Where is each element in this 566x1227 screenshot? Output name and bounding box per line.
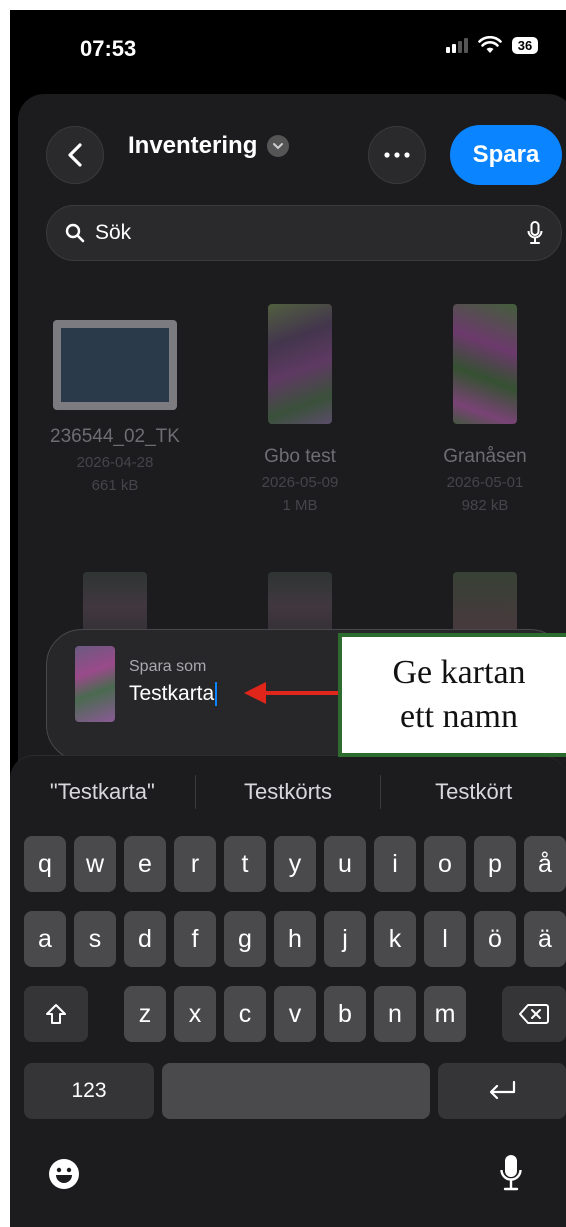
- dictation-button[interactable]: [500, 1154, 522, 1192]
- space-key[interactable]: [162, 1063, 430, 1119]
- microphone-icon: [500, 1155, 522, 1191]
- wifi-icon: [478, 36, 502, 53]
- text-cursor: [215, 682, 218, 707]
- keyboard: "Testkarta" Testkörts Testkört q w e r t…: [10, 755, 566, 1227]
- key-j[interactable]: j: [324, 911, 366, 967]
- filename-text: Testkarta: [129, 682, 215, 705]
- file-item[interactable]: 236544_02_TK 2026-04-28 661 kB: [30, 320, 200, 494]
- delete-key[interactable]: [502, 986, 566, 1042]
- search-field[interactable]: Sök: [46, 205, 562, 261]
- key-v[interactable]: v: [274, 986, 316, 1042]
- key-q[interactable]: q: [24, 836, 66, 892]
- key-l[interactable]: l: [424, 911, 466, 967]
- microphone-icon[interactable]: [527, 221, 543, 245]
- key-h[interactable]: h: [274, 911, 316, 967]
- status-time: 07:53: [80, 36, 137, 61]
- folder-selector[interactable]: Inventering: [128, 132, 290, 160]
- key-y[interactable]: y: [274, 836, 316, 892]
- file-thumbnail: [453, 304, 517, 424]
- key-b[interactable]: b: [324, 986, 366, 1042]
- key-k[interactable]: k: [374, 911, 416, 967]
- chevron-down-icon: [267, 135, 290, 157]
- status-icons: 36: [446, 36, 538, 54]
- file-item[interactable]: Gbo test 2026-05-09 1 MB: [215, 304, 385, 514]
- save-button[interactable]: Spara: [450, 125, 562, 185]
- save-as-label: Spara som: [129, 658, 207, 675]
- emoji-icon: [49, 1159, 79, 1189]
- battery-indicator: 36: [512, 36, 538, 54]
- backspace-icon: [519, 1004, 549, 1024]
- key-f[interactable]: f: [174, 911, 216, 967]
- return-icon: [489, 1080, 516, 1100]
- key-d[interactable]: d: [124, 911, 166, 967]
- key-s[interactable]: s: [74, 911, 116, 967]
- shift-icon: [46, 1004, 66, 1024]
- key-r[interactable]: r: [174, 836, 216, 892]
- key-c[interactable]: c: [224, 986, 266, 1042]
- suggestion-3[interactable]: Testkört: [381, 779, 566, 805]
- search-icon: [65, 223, 85, 243]
- key-e[interactable]: e: [124, 836, 166, 892]
- return-key[interactable]: [438, 1063, 566, 1119]
- key-a[interactable]: a: [24, 911, 66, 967]
- key-aumlaut[interactable]: ä: [524, 911, 566, 967]
- back-button[interactable]: [46, 126, 104, 184]
- key-x[interactable]: x: [174, 986, 216, 1042]
- file-date: 2026-05-01: [446, 474, 524, 491]
- emoji-button[interactable]: [48, 1158, 80, 1190]
- key-u[interactable]: u: [324, 836, 366, 892]
- ellipsis-icon: [384, 152, 410, 158]
- key-z[interactable]: z: [124, 986, 166, 1042]
- filename-input[interactable]: Testkarta: [129, 682, 218, 707]
- file-name: Granåsen: [443, 446, 527, 467]
- suggestion-1[interactable]: "Testkarta": [10, 779, 195, 805]
- file-name: 236544_02_TK: [50, 426, 180, 447]
- annotation-callout: Ge kartan ett namn: [338, 633, 566, 757]
- chevron-left-icon: [68, 143, 82, 167]
- file-thumbnail: [268, 304, 332, 424]
- file-name: Gbo test: [264, 446, 336, 467]
- annotation-arrow: [244, 682, 340, 704]
- key-m[interactable]: m: [424, 986, 466, 1042]
- screenshot-frame: 07:53 36 Inventering Spara Sök 236544_02…: [0, 0, 566, 1227]
- annotation-line-2: ett namn: [399, 698, 519, 735]
- numbers-key[interactable]: 123: [24, 1063, 154, 1119]
- shift-key[interactable]: [24, 986, 88, 1042]
- file-size: 1 MB: [282, 497, 318, 514]
- folder-title: Inventering: [128, 132, 258, 159]
- search-input[interactable]: Sök: [95, 221, 517, 245]
- key-n[interactable]: n: [374, 986, 416, 1042]
- key-g[interactable]: g: [224, 911, 266, 967]
- key-p[interactable]: p: [474, 836, 516, 892]
- file-thumbnail: [53, 320, 177, 410]
- suggestion-2[interactable]: Testkörts: [196, 779, 381, 805]
- annotation-line-1: Ge kartan: [392, 654, 526, 691]
- more-button[interactable]: [368, 126, 426, 184]
- key-w[interactable]: w: [74, 836, 116, 892]
- map-thumbnail: [75, 646, 115, 722]
- key-oumlaut[interactable]: ö: [474, 911, 516, 967]
- file-size: 982 kB: [461, 497, 509, 514]
- signal-icon: [446, 37, 468, 53]
- annotation-text: Ge kartan ett namn: [359, 651, 559, 739]
- file-size: 661 kB: [91, 477, 139, 494]
- key-o[interactable]: o: [424, 836, 466, 892]
- file-date: 2026-04-28: [76, 454, 154, 471]
- key-i[interactable]: i: [374, 836, 416, 892]
- file-item[interactable]: Granåsen 2026-05-01 982 kB: [400, 304, 566, 514]
- phone-screen: 07:53 36 Inventering Spara Sök 236544_02…: [10, 10, 566, 1227]
- key-t[interactable]: t: [224, 836, 266, 892]
- file-date: 2026-05-09: [261, 474, 339, 491]
- key-aring[interactable]: å: [524, 836, 566, 892]
- suggestion-bar: "Testkarta" Testkörts Testkört: [10, 770, 566, 814]
